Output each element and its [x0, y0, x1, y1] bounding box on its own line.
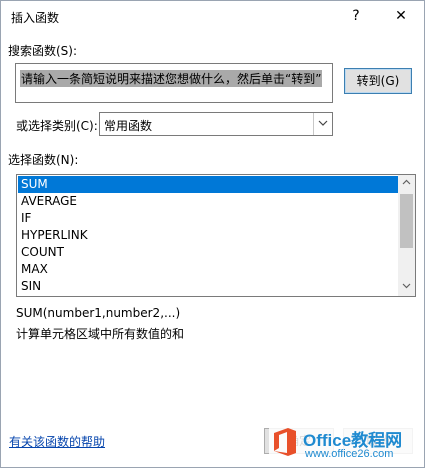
search-label: 搜索函数(S): — [8, 44, 78, 58]
function-list-items: SUM AVERAGE IF HYPERLINK COUNT MAX SIN — [18, 176, 399, 295]
function-list-item[interactable]: SIN — [18, 278, 399, 295]
function-list-label: 选择函数(N): — [8, 153, 79, 167]
goto-button[interactable]: 转到(G) — [344, 68, 412, 94]
function-description: 计算单元格区域中所有数值的和 — [16, 327, 185, 341]
title-bar: 插入函数 ? ✕ — [1, 1, 424, 31]
insert-function-dialog: 插入函数 ? ✕ 搜索函数(S): 请输入一条简短说明来描述您想做什么，然后单击… — [0, 0, 425, 468]
category-label: 或选择类别(C): — [16, 119, 98, 133]
function-help-link[interactable]: 有关该函数的帮助 — [9, 433, 105, 450]
watermark-url: www.office26.com — [305, 448, 394, 460]
category-selected-value: 常用函数 — [104, 119, 153, 133]
close-button[interactable]: ✕ — [390, 6, 412, 26]
chevron-down-icon[interactable] — [313, 113, 332, 135]
function-list-item[interactable]: HYPERLINK — [18, 227, 399, 244]
chevron-down-icon[interactable] — [398, 279, 415, 296]
search-input[interactable]: 请输入一条简短说明来描述您想做什么，然后单击“转到” — [15, 63, 333, 103]
function-list[interactable]: SUM AVERAGE IF HYPERLINK COUNT MAX SIN — [16, 174, 416, 297]
help-button[interactable]: ? — [346, 6, 366, 26]
dialog-title: 插入函数 — [11, 11, 60, 25]
function-list-item[interactable]: AVERAGE — [18, 193, 399, 210]
office-logo-icon — [274, 428, 296, 456]
chevron-up-icon[interactable] — [398, 175, 415, 192]
watermark: Office教程网 www.office26.com — [269, 424, 421, 466]
function-list-item[interactable]: SUM — [18, 176, 399, 193]
category-select[interactable]: 常用函数 — [99, 112, 333, 136]
function-signature: SUM(number1,number2,...) — [16, 306, 181, 320]
function-list-item[interactable]: IF — [18, 210, 399, 227]
function-list-item[interactable]: COUNT — [18, 244, 399, 261]
search-input-text: 请输入一条简短说明来描述您想做什么，然后单击“转到” — [20, 70, 323, 87]
scrollbar-thumb[interactable] — [400, 194, 413, 248]
function-list-scrollbar[interactable] — [398, 175, 415, 296]
function-list-item[interactable]: MAX — [18, 261, 399, 278]
